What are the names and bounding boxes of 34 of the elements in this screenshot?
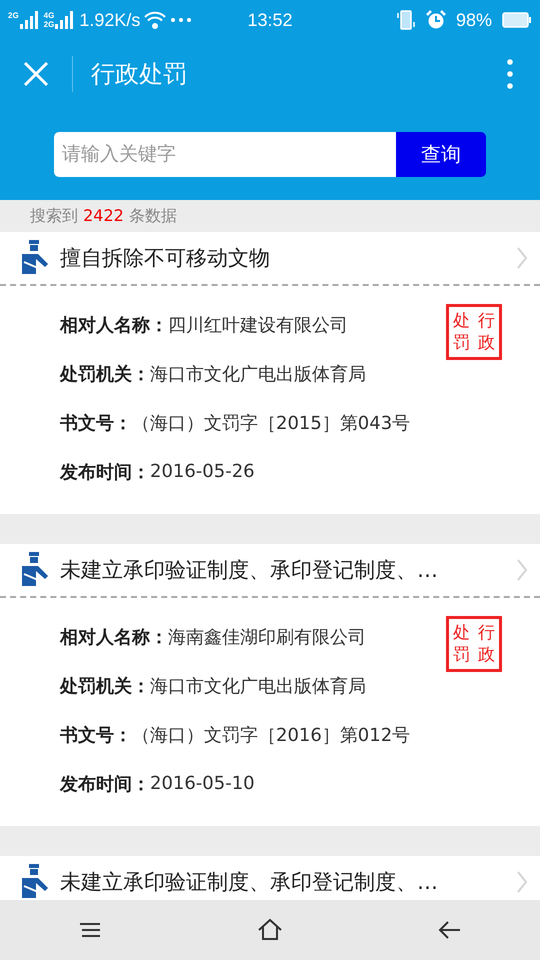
detail-row-text: 书文号：（海口）文罚字［2016］第012号 <box>60 724 412 748</box>
wifi-icon <box>144 11 166 29</box>
network-label: 4G <box>44 11 54 20</box>
vibrate-icon <box>396 10 416 30</box>
battery-percent: 98% <box>456 10 492 30</box>
network-speed: 1.92K/s <box>79 10 140 30</box>
detail-row-text: 相对人名称：四川红叶建设有限公司 <box>60 314 349 338</box>
clock: 13:52 <box>247 10 293 30</box>
network-label: 2G <box>8 11 19 20</box>
detail-row-text: 书文号：（海口）文罚字［2015］第043号 <box>60 412 412 436</box>
record-title[interactable]: 未建立承印验证制度、承印登记制度、… <box>60 556 508 584</box>
search-button[interactable]: 查询 <box>396 132 486 176</box>
seal-stamp: 处 行 罚 政 <box>446 616 502 672</box>
more-icon <box>170 17 192 23</box>
detail-row-text: 相对人名称：海南鑫佳湖印刷有限公司 <box>60 626 367 650</box>
more-icon[interactable] <box>507 59 513 89</box>
battery-icon <box>502 12 532 28</box>
close-icon[interactable] <box>23 61 49 87</box>
signal-icon <box>55 11 76 29</box>
chevron-right-icon <box>516 870 528 894</box>
chevron-right-icon <box>516 246 528 270</box>
page-title: 行政处罚 <box>91 59 188 90</box>
detail-row-text: 发布时间：2016-05-10 <box>60 772 256 796</box>
search-field[interactable]: 请输入关键字 <box>54 132 396 176</box>
detail-row-text: 处罚机关：海口市文化广电出版体育局 <box>60 362 367 386</box>
record-title[interactable]: 擅自拆除不可移动文物 <box>60 244 508 272</box>
network-label: 2G <box>44 20 54 29</box>
alarm-icon <box>426 10 446 30</box>
result-count: 搜索到 2422 条数据 <box>30 206 177 226</box>
detail-row-text: 发布时间：2016-05-26 <box>60 460 256 484</box>
seal-stamp: 处 行 罚 政 <box>446 304 502 360</box>
chevron-right-icon <box>516 558 528 582</box>
detail-row-text: 处罚机关：海口市文化广电出版体育局 <box>60 674 367 698</box>
signal-icon <box>20 11 40 29</box>
